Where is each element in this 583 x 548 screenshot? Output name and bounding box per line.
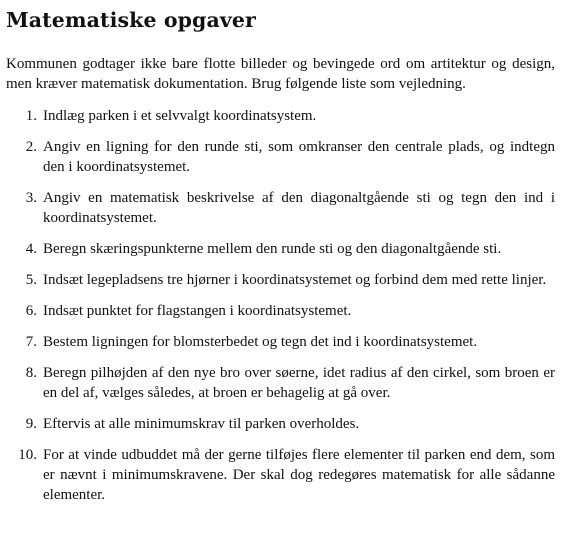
task-text: Beregn skæringspunkterne mellem den rund… <box>43 241 502 257</box>
task-number: 3. <box>25 190 37 206</box>
task-text: Bestem ligningen for blomsterbedet og te… <box>43 334 478 350</box>
task-number: 1. <box>25 108 37 124</box>
task-text: Indsæt legepladsens tre hjørner i koordi… <box>43 272 547 288</box>
task-item: 1. Indlæg parken i et selvvalgt koordinat… <box>6 106 555 126</box>
task-number: 5. <box>25 272 37 288</box>
task-item: 3. Angiv en matematisk beskrivelse af den… <box>6 188 555 228</box>
task-number: 4. <box>25 241 37 257</box>
task-text: Angiv en ligning for den runde sti, som … <box>43 139 555 175</box>
task-item: 6. Indsæt punktet for flagstangen i koord… <box>6 301 555 321</box>
task-item: 7. Bestem ligningen for blomsterbedet og … <box>6 332 555 352</box>
task-text: Indsæt punktet for flagstangen i koordin… <box>43 303 352 319</box>
task-number: 7. <box>25 334 37 350</box>
task-item: 10. For at vinde udbuddet må der gerne ti… <box>6 445 555 505</box>
task-number: 6. <box>25 303 37 319</box>
task-text: Angiv en matematisk beskrivelse af den d… <box>43 190 555 226</box>
task-text: Indlæg parken i et selvvalgt koordinatsy… <box>43 108 317 124</box>
task-text: For at vinde udbuddet må der gerne tilfø… <box>43 447 555 503</box>
task-number: 2. <box>25 139 37 155</box>
task-number: 10. <box>18 447 37 463</box>
task-item: 2. Angiv en ligning for den runde sti, so… <box>6 137 555 177</box>
task-number: 9. <box>25 416 37 432</box>
task-item: 8. Beregn pilhøjden af den nye bro over s… <box>6 363 555 403</box>
task-item: 4. Beregn skæringspunkterne mellem den ru… <box>6 239 555 259</box>
document-page: Matematiske opgaver Kommunen godtager ik… <box>0 0 583 548</box>
task-item: 9. Eftervis at alle minimumskrav til park… <box>6 414 555 434</box>
task-text: Eftervis at alle minimumskrav til parken… <box>43 416 360 432</box>
task-number: 8. <box>25 365 37 381</box>
task-list: 1. Indlæg parken i et selvvalgt koordinat… <box>6 106 555 505</box>
document-title: Matematiske opgaver <box>6 8 256 32</box>
task-text: Beregn pilhøjden af den nye bro over søe… <box>43 365 555 401</box>
task-item: 5. Indsæt legepladsens tre hjørner i koor… <box>6 270 555 290</box>
intro-paragraph: Kommunen godtager ikke bare flotte bille… <box>6 56 555 92</box>
